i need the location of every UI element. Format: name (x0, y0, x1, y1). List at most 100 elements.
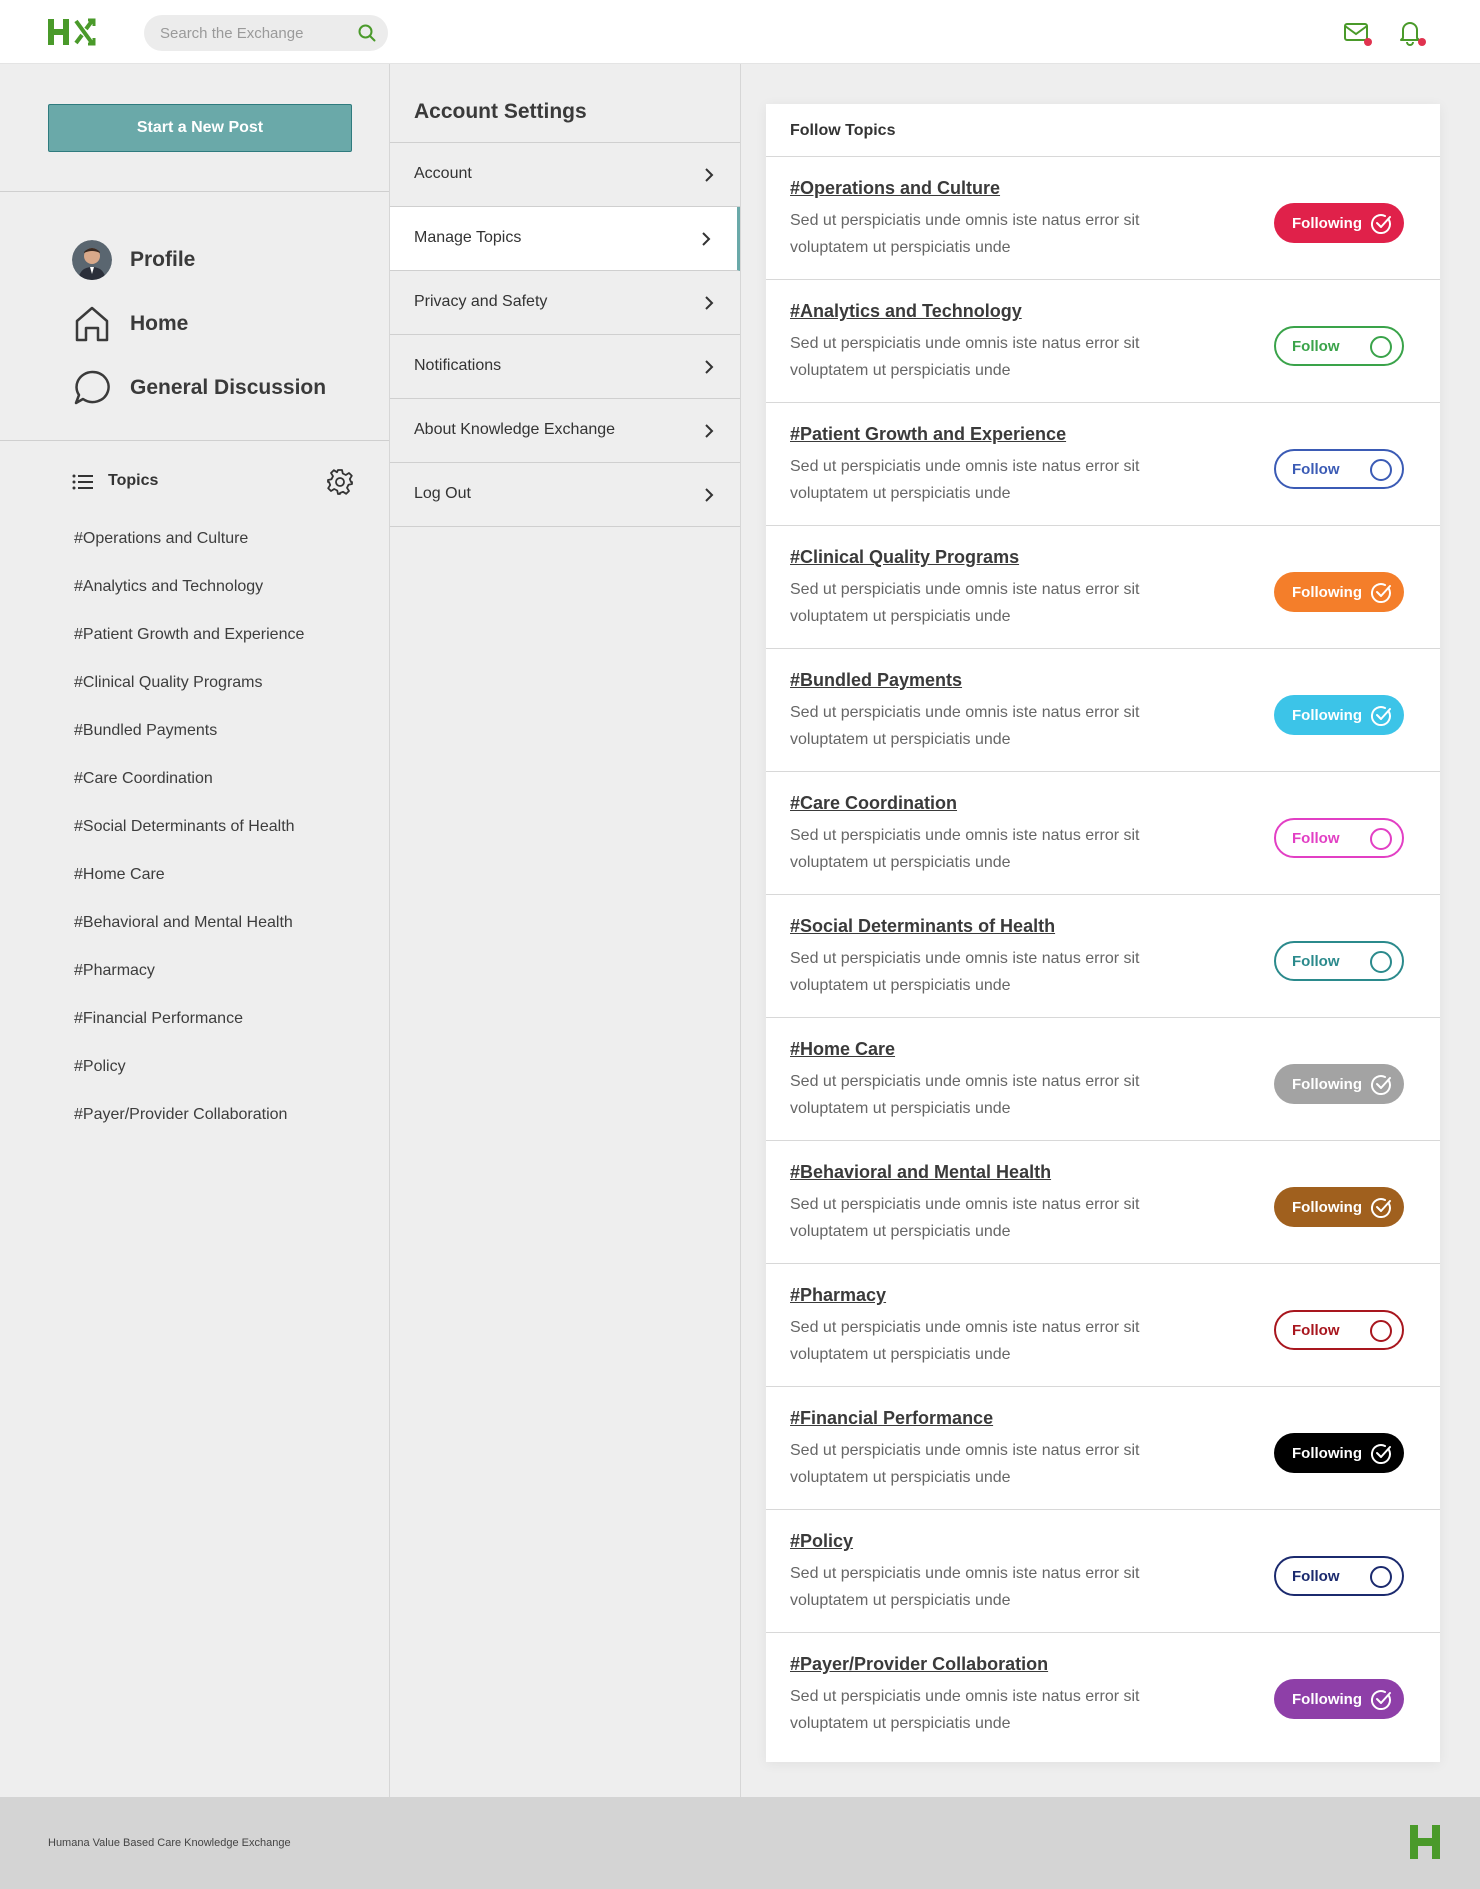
card-title: Follow Topics (790, 122, 896, 139)
check-circle-icon (1371, 1690, 1391, 1710)
settings-menu-item-notifications[interactable]: Notifications (390, 335, 740, 399)
follow-toggle-button[interactable]: Follow (1274, 1310, 1404, 1350)
follow-topic-row: #Clinical Quality Programs Sed ut perspic… (766, 526, 1440, 649)
topic-title-link[interactable]: #Clinical Quality Programs (790, 547, 1019, 568)
search-icon[interactable] (358, 24, 376, 42)
topics-label: Topics (108, 472, 159, 489)
chevron-right-icon (705, 168, 714, 182)
topic-title-link[interactable]: #Operations and Culture (790, 178, 1000, 199)
follow-toggle-button[interactable]: Follow (1274, 941, 1404, 981)
follow-toggle-button[interactable]: Follow (1274, 1556, 1404, 1596)
topic-link[interactable]: #Policy (74, 1058, 304, 1106)
topic-title-link[interactable]: #Patient Growth and Experience (790, 424, 1066, 445)
settings-menu-item-manage-topics[interactable]: Manage Topics (390, 207, 740, 271)
settings-menu-item-privacy-and-safety[interactable]: Privacy and Safety (390, 271, 740, 335)
gear-icon[interactable] (326, 468, 354, 496)
follow-toggle-button[interactable]: Follow (1274, 449, 1404, 489)
mail-notification-dot (1364, 38, 1372, 46)
bell-notification-dot (1418, 38, 1426, 46)
check-circle-icon (1371, 706, 1391, 726)
following-toggle-button[interactable]: Following (1274, 1064, 1404, 1104)
list-icon (72, 474, 93, 490)
search-bar (144, 15, 388, 51)
notifications-button[interactable] (1396, 18, 1426, 48)
topics-header: Topics (72, 466, 354, 498)
nav-item-label: General Discussion (130, 376, 327, 399)
topic-link[interactable]: #Operations and Culture (74, 530, 304, 578)
follow-topic-row: #Care Coordination Sed ut perspiciatis un… (766, 772, 1440, 895)
avatar (72, 240, 112, 280)
menu-item-label: Notifications (414, 357, 502, 374)
topic-link[interactable]: #Payer/Provider Collaboration (74, 1106, 304, 1154)
start-new-post-button[interactable]: Start a New Post (48, 104, 352, 152)
settings-menu-item-account[interactable]: Account (390, 143, 740, 207)
topic-title-link[interactable]: #Social Determinants of Health (790, 916, 1055, 937)
topic-title-link[interactable]: #Pharmacy (790, 1285, 886, 1306)
topic-title-link[interactable]: #Analytics and Technology (790, 301, 1022, 322)
left-sidebar: Start a New Post Profile Home General Di… (0, 64, 390, 1797)
topic-link[interactable]: #Home Care (74, 866, 304, 914)
nav-item-general-discussion[interactable]: General Discussion (72, 356, 326, 420)
topic-link[interactable]: #Clinical Quality Programs (74, 674, 304, 722)
follow-button-label: Follow (1292, 338, 1340, 355)
menu-item-label: About Knowledge Exchange (414, 421, 616, 438)
topic-link[interactable]: #Bundled Payments (74, 722, 304, 770)
follow-button-label: Following (1292, 1691, 1362, 1708)
follow-toggle-button[interactable]: Follow (1274, 326, 1404, 366)
following-toggle-button[interactable]: Following (1274, 1433, 1404, 1473)
topic-link[interactable]: #Pharmacy (74, 962, 304, 1010)
topic-title-link[interactable]: #Bundled Payments (790, 670, 962, 691)
following-toggle-button[interactable]: Following (1274, 695, 1404, 735)
topic-link[interactable]: #Social Determinants of Health (74, 818, 304, 866)
top-header (0, 0, 1480, 64)
home-icon (72, 304, 112, 344)
follow-topic-row: #Social Determinants of Health Sed ut per… (766, 895, 1440, 1018)
topic-description: Sed ut perspiciatis unde omnis iste natu… (790, 827, 1140, 871)
following-toggle-button[interactable]: Following (1274, 1679, 1404, 1719)
empty-circle-icon (1370, 1320, 1392, 1342)
following-toggle-button[interactable]: Following (1274, 572, 1404, 612)
topic-description: Sed ut perspiciatis unde omnis iste natu… (790, 212, 1140, 256)
topic-link[interactable]: #Care Coordination (74, 770, 304, 818)
topic-link[interactable]: #Financial Performance (74, 1010, 304, 1058)
follow-button-label: Following (1292, 1199, 1362, 1216)
settings-menu-item-about-knowledge-exchange[interactable]: About Knowledge Exchange (390, 399, 740, 463)
topic-title-link[interactable]: #Behavioral and Mental Health (790, 1162, 1051, 1183)
topic-title-link[interactable]: #Home Care (790, 1039, 895, 1060)
following-toggle-button[interactable]: Following (1274, 1187, 1404, 1227)
follow-button-label: Follow (1292, 1322, 1340, 1339)
chevron-right-icon (702, 232, 711, 246)
mail-button[interactable] (1342, 18, 1372, 48)
topic-description: Sed ut perspiciatis unde omnis iste natu… (790, 581, 1140, 625)
nav-item-label: Profile (130, 248, 196, 271)
humana-h-logo[interactable] (1410, 1825, 1440, 1859)
follow-topic-row: #Pharmacy Sed ut perspiciatis unde omnis … (766, 1264, 1440, 1387)
following-toggle-button[interactable]: Following (1274, 203, 1404, 243)
topic-link[interactable]: #Patient Growth and Experience (74, 626, 304, 674)
topic-title-link[interactable]: #Policy (790, 1531, 853, 1552)
footer-text: Humana Value Based Care Knowledge Exchan… (48, 1837, 291, 1849)
nav-item-home[interactable]: Home (72, 292, 326, 356)
topic-title-link[interactable]: #Care Coordination (790, 793, 957, 814)
topic-link[interactable]: #Analytics and Technology (74, 578, 304, 626)
follow-button-label: Follow (1292, 461, 1340, 478)
follow-toggle-button[interactable]: Follow (1274, 818, 1404, 858)
follow-topic-row: #Operations and Culture Sed ut perspiciat… (766, 157, 1440, 280)
chevron-right-icon (705, 424, 714, 438)
topic-link[interactable]: #Behavioral and Mental Health (74, 914, 304, 962)
hx-logo[interactable] (48, 17, 104, 47)
topic-title-link[interactable]: #Payer/Provider Collaboration (790, 1654, 1048, 1675)
follow-topics-list: #Operations and Culture Sed ut perspiciat… (766, 157, 1440, 1756)
search-input[interactable] (160, 15, 350, 51)
settings-menu-item-log-out[interactable]: Log Out (390, 463, 740, 527)
follow-topics-card: Follow Topics #Operations and Culture Sed… (766, 104, 1440, 1762)
nav-item-profile[interactable]: Profile (72, 228, 326, 292)
topic-title-link[interactable]: #Financial Performance (790, 1408, 993, 1429)
empty-circle-icon (1370, 459, 1392, 481)
topic-description: Sed ut perspiciatis unde omnis iste natu… (790, 458, 1140, 502)
footer: Humana Value Based Care Knowledge Exchan… (0, 1797, 1480, 1889)
follow-button-label: Follow (1292, 953, 1340, 970)
menu-item-label: Account (414, 165, 472, 182)
chevron-right-icon (705, 488, 714, 502)
check-circle-icon (1371, 1444, 1391, 1464)
